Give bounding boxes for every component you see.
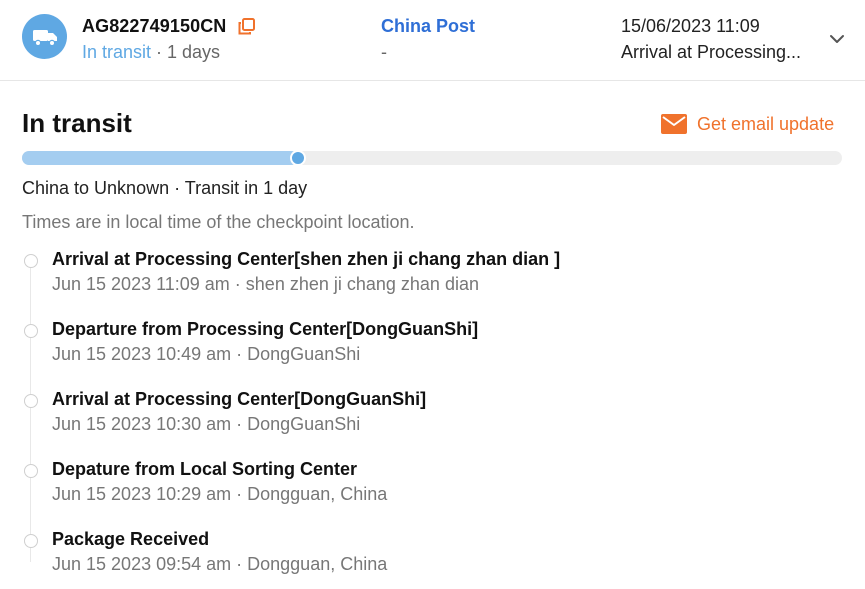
timeline-event: Departure from Processing Center[DongGua… — [0, 319, 865, 379]
timeline-event: Arrival at Processing Center[shen zhen j… — [0, 249, 865, 309]
timeline-dot — [24, 534, 38, 548]
truck-icon — [32, 29, 57, 46]
event-subtitle: Jun 15 2023 09:54 am · Dongguan, China — [52, 554, 388, 574]
tracking-number: AG822749150CN — [82, 16, 227, 36]
carrier-avatar — [22, 14, 67, 59]
event-title: Package Received — [52, 529, 210, 549]
event-subtitle: Jun 15 2023 11:09 am · shen zhen ji chan… — [52, 274, 479, 294]
carrier-subtext: - — [381, 42, 387, 62]
timeline-dot — [24, 464, 38, 478]
transit-duration: · 1 days — [151, 42, 221, 62]
progress-bar — [22, 150, 842, 166]
event-subtitle: Jun 15 2023 10:30 am · DongGuanShi — [52, 414, 361, 434]
route-summary: China to Unknown · Transit in 1 day — [22, 178, 308, 198]
status-summary: In transit · 1 days — [82, 42, 220, 63]
envelope-icon — [661, 114, 687, 134]
timezone-note: Times are in local time of the checkpoin… — [22, 212, 415, 232]
event-title: Arrival at Processing Center[DongGuanShi… — [52, 389, 427, 409]
status-heading: In transit — [22, 108, 132, 138]
event-subtitle: Jun 15 2023 10:49 am · DongGuanShi — [52, 344, 361, 364]
event-title: Arrival at Processing Center[shen zhen j… — [52, 249, 561, 269]
timeline-event: Arrival at Processing Center[DongGuanShi… — [0, 389, 865, 449]
shipment-header[interactable]: AG822749150CN In transit · 1 days China … — [0, 0, 865, 81]
last-event-text: Arrival at Processing... — [621, 42, 802, 62]
timeline-dot — [24, 324, 38, 338]
timeline-event: Package Received Jun 15 2023 09:54 am · D… — [0, 529, 865, 589]
timeline-event: Depature from Local Sorting Center Jun 15… — [0, 459, 865, 519]
last-update-time: 15/06/2023 11:09 — [621, 16, 760, 36]
chevron-down-icon[interactable] — [828, 30, 846, 48]
email-button-label: Get email update — [697, 113, 835, 134]
status-text: In transit — [82, 42, 152, 62]
progress-marker — [290, 150, 306, 166]
timeline-dot — [24, 254, 38, 268]
event-subtitle: Jun 15 2023 10:29 am · Dongguan, China — [52, 484, 388, 504]
progress-fill — [22, 151, 298, 165]
event-title: Departure from Processing Center[DongGua… — [52, 319, 479, 339]
event-title: Depature from Local Sorting Center — [52, 459, 358, 479]
get-email-update-button[interactable]: Get email update — [661, 111, 834, 137]
carrier-name[interactable]: China Post — [381, 16, 475, 37]
copy-icon[interactable] — [238, 18, 255, 35]
timeline-dot — [24, 394, 38, 408]
